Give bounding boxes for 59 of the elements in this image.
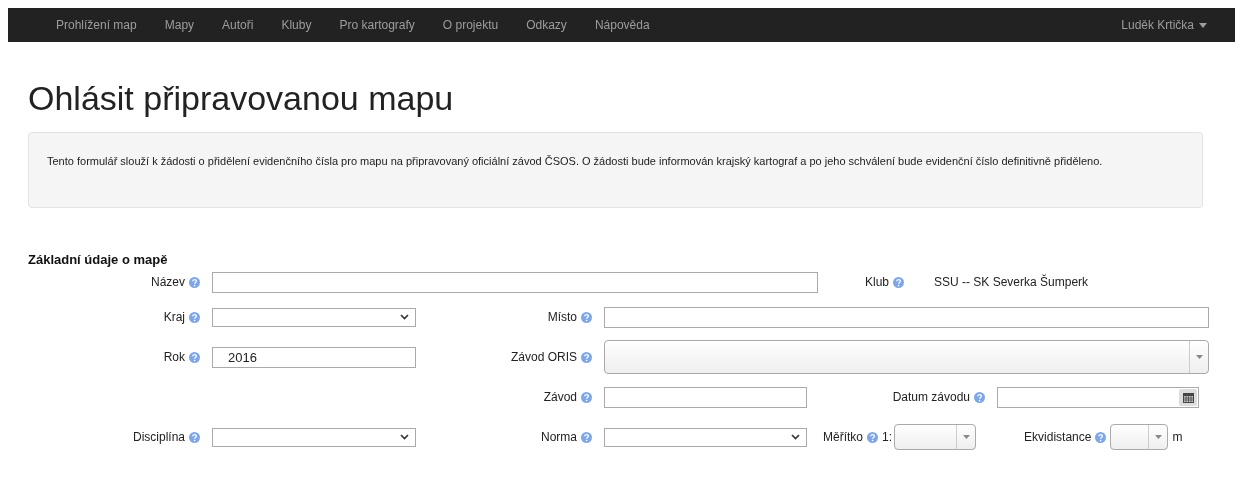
help-icon: [893, 276, 904, 288]
help-icon: [581, 391, 592, 403]
field-label: Závod ORIS: [510, 350, 577, 364]
field-label: Klub: [864, 275, 889, 289]
page-title: Ohlásit připravovanou mapu: [28, 78, 455, 118]
nav-link[interactable]: Prohlížení map: [42, 18, 151, 32]
help-icon: [189, 276, 200, 288]
unit-label: m: [1172, 430, 1183, 444]
nav-link[interactable]: Nápověda: [580, 18, 664, 32]
nav-link[interactable]: Kluby: [267, 18, 326, 32]
nav-link[interactable]: Mapy: [150, 18, 209, 32]
field-label: Rok: [163, 350, 185, 364]
help-icon: [189, 351, 200, 363]
help-icon: [867, 431, 878, 443]
help-icon: [1095, 431, 1107, 443]
help-icon: [189, 311, 200, 323]
caret-icon: [1199, 22, 1207, 28]
dropdown-field[interactable]: [894, 424, 977, 450]
help-icon: [581, 311, 592, 323]
text-field[interactable]: 2016: [212, 346, 416, 368]
scale-prefix: 1:: [882, 430, 893, 444]
select-field[interactable]: [212, 427, 416, 447]
help-icon: [974, 391, 985, 403]
text-field[interactable]: [604, 306, 1209, 328]
help-icon: [581, 351, 592, 363]
field-label: Název: [151, 275, 185, 289]
dropdown-field[interactable]: [1110, 424, 1169, 450]
caret-icon: [1195, 355, 1203, 359]
nav-link[interactable]: Odkazy: [512, 18, 581, 32]
nav-link[interactable]: Autoři: [208, 18, 268, 32]
chevron-icon: [400, 434, 409, 440]
field-label: Závod: [543, 390, 577, 404]
text-field[interactable]: [604, 386, 807, 408]
nav-link[interactable]: Pro kartografy: [325, 18, 429, 32]
field-label: Kraj: [163, 310, 185, 324]
caret-icon: [1154, 435, 1162, 439]
caret-icon: [962, 435, 970, 439]
field-label: Datum závodu: [892, 390, 970, 404]
info-text: Tento formulář slouží k žádosti o přidělení evidenčního čísla pro mapu na připravovaný oficiální závod ČSOS. O žádosti bude informován krajský kartograf a po jeho schválení bude evidenční číslo definitivně přiděleno.: [47, 154, 1104, 169]
date-field[interactable]: [997, 386, 1199, 408]
select-field[interactable]: [604, 427, 807, 447]
chevron-icon: [400, 314, 409, 320]
nav-link[interactable]: O projektu: [428, 18, 513, 32]
text-field[interactable]: [212, 271, 818, 293]
dropdown-field[interactable]: [604, 340, 1209, 374]
field-label: Disciplína: [132, 430, 185, 444]
help-icon: [189, 431, 200, 443]
field-label: Ekvidistance: [1024, 430, 1092, 444]
field-label: Místo: [547, 310, 577, 324]
club-value: SSU -- SK Severka Šumperk: [934, 275, 1089, 289]
calendar-button[interactable]: [1179, 388, 1197, 406]
help-icon: [581, 431, 592, 443]
select-field[interactable]: [212, 307, 416, 327]
section-heading: Základní údaje o mapě: [28, 252, 169, 267]
field-label: Norma: [541, 430, 577, 444]
chevron-icon: [791, 434, 800, 440]
user-menu[interactable]: Luděk Krtička: [1121, 18, 1207, 32]
calendar-icon: [1182, 391, 1194, 403]
field-label: Měřítko: [823, 430, 863, 444]
